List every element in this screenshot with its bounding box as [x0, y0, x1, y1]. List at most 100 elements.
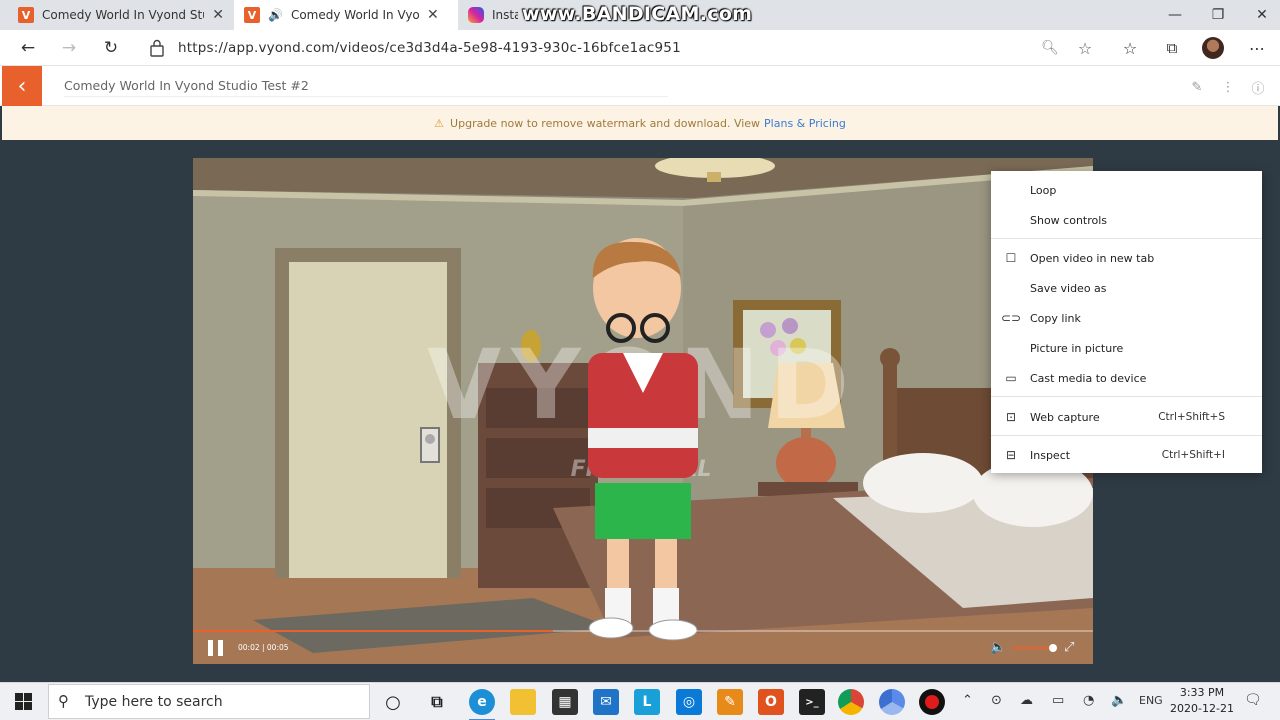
- wifi-icon[interactable]: ◔: [1083, 693, 1094, 708]
- warning-icon: ⚠: [434, 116, 445, 130]
- upgrade-banner: ⚠ Upgrade now to remove watermark and do…: [2, 106, 1278, 140]
- app-orange-icon[interactable]: ✎: [717, 689, 743, 715]
- chrome-canary-icon[interactable]: [879, 689, 905, 715]
- store-icon[interactable]: ▦: [552, 689, 578, 715]
- video-time: 00:02 | 00:05: [238, 643, 289, 652]
- menu-item-open-video-new-tab[interactable]: ☐ Open video in new tab: [991, 244, 1262, 272]
- profile-avatar[interactable]: [1202, 37, 1224, 59]
- mail-icon[interactable]: ✉: [593, 689, 619, 715]
- bandicam-watermark: www.BANDICAM.com: [522, 3, 753, 25]
- menu-item-label: Loop: [1030, 183, 1057, 197]
- menu-item-save-video-as[interactable]: Save video as: [991, 274, 1262, 302]
- show-hidden-icons-icon[interactable]: ⌃: [962, 693, 973, 708]
- menu-item-loop[interactable]: Loop: [991, 176, 1262, 204]
- help-icon[interactable]: ⓘ: [1248, 77, 1268, 97]
- more-options-icon[interactable]: ⋯: [1243, 34, 1271, 62]
- pause-icon: [208, 640, 213, 656]
- clock-time: 3:33 PM: [1179, 686, 1225, 699]
- menu-separator: [991, 435, 1262, 436]
- refresh-icon[interactable]: ↻: [97, 34, 125, 62]
- pause-button[interactable]: [208, 640, 228, 656]
- menu-separator: [991, 238, 1262, 239]
- audio-playing-icon[interactable]: 🔊: [268, 8, 283, 22]
- volume-slider-handle[interactable]: [1049, 644, 1057, 652]
- cast-icon: ▭: [1005, 371, 1017, 385]
- menu-item-label: Show controls: [1030, 213, 1108, 227]
- maximize-icon[interactable]: ❐: [1196, 0, 1240, 30]
- clock-date: 2020-12-21: [1170, 702, 1234, 715]
- video-frame-scene: VYOND FREE TRIAL: [193, 158, 1093, 664]
- app-l-icon[interactable]: L: [634, 689, 660, 715]
- tab-title: Comedy World In Vyond Studio: [42, 8, 204, 22]
- task-view-icon[interactable]: ⧉: [424, 689, 450, 715]
- taskbar-search-input[interactable]: Type here to search: [85, 694, 223, 710]
- volume-icon[interactable]: 🔈: [990, 640, 1006, 655]
- tab-title: Instagram: [492, 8, 518, 22]
- language-indicator[interactable]: ENG: [1139, 694, 1163, 707]
- new-tab-icon: ☐: [1005, 251, 1017, 265]
- favorites-icon[interactable]: ☆: [1116, 34, 1144, 62]
- video-progress-fill: [193, 630, 553, 632]
- close-window-icon[interactable]: ✕: [1240, 0, 1280, 30]
- terminal-icon[interactable]: >_: [799, 689, 825, 715]
- notification-center-icon[interactable]: 🗨: [1244, 692, 1262, 708]
- menu-item-label: Cast media to device: [1030, 371, 1147, 385]
- menu-item-label: Inspect: [1030, 448, 1071, 462]
- plans-pricing-link[interactable]: Plans & Pricing: [764, 117, 846, 130]
- menu-item-inspect[interactable]: ⊟ Inspect Ctrl+Shift+I: [991, 441, 1262, 469]
- back-icon[interactable]: ←: [14, 34, 42, 62]
- address-bar[interactable]: https://app.vyond.com/videos/ce3d3d4a-5e…: [178, 40, 681, 56]
- menu-item-picture-in-picture[interactable]: Picture in picture: [991, 334, 1262, 362]
- browser-tab-1[interactable]: V Comedy World In Vyond Studio ✕: [8, 0, 234, 30]
- taskbar-clock[interactable]: 3:33 PM 2020-12-21: [1170, 685, 1234, 717]
- collections-icon[interactable]: ⧉: [1158, 34, 1186, 62]
- menu-item-label: Copy link: [1030, 311, 1081, 325]
- forward-icon[interactable]: →: [55, 34, 83, 62]
- menu-item-label: Save video as: [1030, 281, 1107, 295]
- browser-tab-3[interactable]: Instagram: [458, 0, 528, 30]
- edit-pencil-icon[interactable]: ✎: [1187, 77, 1207, 97]
- search-icon: ⚲: [58, 692, 69, 710]
- inspect-icon: ⊟: [1005, 448, 1017, 462]
- banner-text: Upgrade now to remove watermark and down…: [450, 116, 761, 130]
- video-player[interactable]: VYOND FREE TRIAL: [193, 158, 1093, 664]
- zoom-icon[interactable]: 🔍︎: [1036, 34, 1064, 62]
- vyond-back-button[interactable]: ‹: [2, 66, 42, 106]
- menu-item-shortcut: Ctrl+Shift+I: [1161, 449, 1225, 461]
- title-underline: [64, 96, 668, 97]
- menu-item-label: Open video in new tab: [1030, 251, 1155, 265]
- menu-item-web-capture[interactable]: ⊡ Web capture Ctrl+Shift+S: [991, 403, 1262, 431]
- menu-item-label: Picture in picture: [1030, 341, 1124, 355]
- fullscreen-icon[interactable]: ⤢: [1064, 640, 1074, 655]
- windows-start-icon[interactable]: [12, 692, 36, 712]
- close-tab-icon[interactable]: ✕: [212, 7, 224, 23]
- meet-now-icon[interactable]: ⊙: [991, 693, 1002, 708]
- link-icon: ⊂⊃: [1000, 311, 1022, 325]
- close-tab-icon[interactable]: ✕: [427, 7, 439, 23]
- vyond-favicon-icon: V: [244, 7, 260, 23]
- cortana-icon[interactable]: ○: [380, 689, 406, 715]
- lock-icon: [150, 39, 164, 57]
- app-blue-icon[interactable]: ◎: [676, 689, 702, 715]
- menu-item-shortcut: Ctrl+Shift+S: [1158, 411, 1225, 423]
- video-title[interactable]: Comedy World In Vyond Studio Test #2: [64, 78, 309, 93]
- bandicam-record-icon[interactable]: [919, 689, 945, 715]
- menu-separator: [991, 396, 1262, 397]
- office-icon[interactable]: O: [758, 689, 784, 715]
- onedrive-icon[interactable]: ☁: [1020, 693, 1033, 708]
- file-explorer-icon[interactable]: [510, 689, 536, 715]
- menu-item-cast-media[interactable]: ▭ Cast media to device: [991, 364, 1262, 392]
- minimize-icon[interactable]: —: [1153, 0, 1197, 30]
- kebab-menu-icon[interactable]: ⋮: [1218, 77, 1238, 97]
- chrome-icon[interactable]: [838, 689, 864, 715]
- instagram-icon: [468, 7, 484, 23]
- edge-app-icon[interactable]: e: [469, 689, 495, 720]
- favorite-star-icon[interactable]: ☆: [1071, 34, 1099, 62]
- menu-item-copy-link[interactable]: ⊂⊃ Copy link: [991, 304, 1262, 332]
- menu-item-show-controls[interactable]: Show controls: [991, 206, 1262, 234]
- video-context-menu: Loop Show controls ☐ Open video in new t…: [991, 171, 1262, 473]
- speaker-icon[interactable]: 🔈: [1111, 693, 1127, 708]
- volume-slider[interactable]: [1012, 647, 1053, 649]
- browser-tab-2[interactable]: V 🔊 Comedy World In Vyond Studio Test #2…: [234, 0, 458, 30]
- battery-icon[interactable]: ▭: [1052, 693, 1064, 708]
